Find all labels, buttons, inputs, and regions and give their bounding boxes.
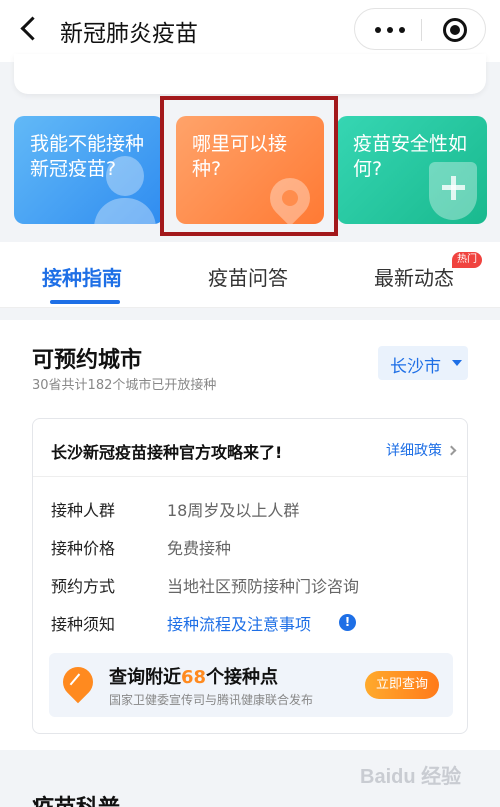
- highlight-box: [160, 96, 338, 236]
- more-icon[interactable]: [375, 27, 405, 33]
- row-label: 接种人群: [51, 501, 116, 520]
- info-icon[interactable]: !: [339, 614, 356, 631]
- row-value: 当地社区预防接种门诊咨询: [167, 577, 360, 596]
- shield-plus-icon: [429, 162, 477, 220]
- main-content: 可预约城市 30省共计182个城市已开放接种 长沙市 长沙新冠疫苗接种官方攻略来…: [0, 320, 500, 750]
- top-card-remnant: [14, 54, 486, 94]
- vaccine-science-title: 疫苗科普: [32, 790, 120, 807]
- row-label: 接种价格: [51, 539, 116, 558]
- policy-link-label: 详细政策: [386, 443, 442, 459]
- detailed-policy-link[interactable]: 详细政策: [386, 440, 457, 460]
- vaccination-notes-link[interactable]: 接种流程及注意事项: [167, 611, 311, 635]
- policy-card: 长沙新冠疫苗接种官方攻略来了! 详细政策 接种人群 18周岁及以上人群 接种价格…: [32, 418, 468, 734]
- query-now-button[interactable]: 立即查询: [365, 671, 439, 699]
- page-title: 新冠肺炎疫苗: [60, 21, 198, 47]
- capsule-divider: [421, 19, 422, 41]
- nearby-query-banner[interactable]: 查询附近68个接种点 国家卫健委宣传司与腾讯健康联合发布 立即查询: [49, 653, 453, 717]
- card-can-i-vaccinate[interactable]: 我能不能接种新冠疫苗?: [14, 116, 164, 224]
- baidu-watermark: Baidu 经验: [360, 766, 462, 788]
- caret-down-icon: [452, 360, 462, 366]
- policy-title: 长沙新冠疫苗接种官方攻略来了!: [51, 443, 283, 462]
- close-target-icon[interactable]: [443, 18, 467, 42]
- chevron-right-icon: [446, 445, 457, 456]
- card-vaccine-safety[interactable]: 疫苗安全性如何?: [337, 116, 487, 224]
- active-tab-indicator: [50, 300, 120, 304]
- mini-program-capsule: [354, 8, 486, 50]
- tab-bar: 接种指南 疫苗问答 最新动态 热门: [0, 242, 500, 308]
- syringe-pin-icon: [56, 660, 100, 704]
- policy-header: 长沙新冠疫苗接种官方攻略来了! 详细政策: [33, 419, 467, 477]
- top-bar: 新冠肺炎疫苗: [0, 0, 500, 62]
- person-icon: [94, 156, 156, 224]
- city-name: 长沙市: [390, 357, 441, 377]
- row-label: 接种须知: [51, 615, 116, 634]
- row-value: 免费接种: [167, 539, 232, 558]
- city-selector[interactable]: 长沙市: [378, 346, 468, 380]
- row-label: 预约方式: [51, 577, 116, 596]
- info-row: 接种须知 接种流程及注意事项 !: [51, 611, 451, 635]
- info-row: 接种价格 免费接种: [51, 535, 451, 559]
- tab-latest-news[interactable]: 最新动态: [374, 262, 454, 291]
- info-row: 预约方式 当地社区预防接种门诊咨询: [51, 573, 451, 597]
- tab-vaccine-qa[interactable]: 疫苗问答: [208, 262, 288, 291]
- query-subtitle: 国家卫健委宣传司与腾讯健康联合发布: [109, 693, 314, 707]
- row-value: 18周岁及以上人群: [167, 501, 300, 520]
- section-title: 可预约城市: [32, 348, 143, 373]
- hot-badge: 热门: [452, 252, 482, 268]
- query-title: 查询附近68个接种点: [109, 667, 279, 688]
- back-arrow-icon[interactable]: [16, 14, 44, 44]
- info-row: 接种人群 18周岁及以上人群: [51, 497, 451, 521]
- section-subtitle: 30省共计182个城市已开放接种: [32, 378, 217, 393]
- tab-vaccination-guide[interactable]: 接种指南: [42, 262, 122, 291]
